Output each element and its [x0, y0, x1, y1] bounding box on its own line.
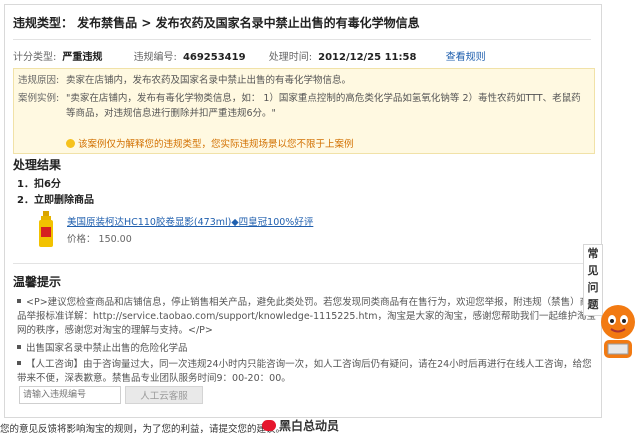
step-deduct: 1．扣6分: [17, 179, 61, 190]
violation-panel: 违规类型： 发布禁售品 > 发布农药及国家名录中禁止出售的有毒化学物信息 计分类…: [4, 4, 602, 418]
tip-text: 该案例仅为解释您的违规类型，您实际违规场景以您不限于上案例: [78, 139, 354, 150]
product-price: 价格： 150.00: [67, 234, 132, 245]
product-bottle-icon: [39, 211, 53, 247]
bullet-icon: [17, 345, 21, 349]
example-label: 案例实例:: [18, 93, 60, 104]
example-tip: 该案例仅为解释您的违规类型，您实际违规场景以您不限于上案例: [66, 136, 354, 150]
bullet-icon: [17, 299, 21, 303]
time-label: 处理时间:: [268, 52, 313, 63]
id-value: 469253419: [182, 52, 246, 63]
tips-heading: 温馨提示: [13, 275, 62, 289]
violation-title: 违规类型： 发布禁售品 > 发布农药及国家名录中禁止出售的有毒化学物信息: [13, 16, 420, 30]
reason-row: 违规原因: 卖家在店铺内，发布农药及国家名录中禁止出售的有毒化学物信息。: [18, 73, 586, 88]
example-text: "卖家在店铺内，发布有毒化学物类信息，如： 1）国家重点控制的高危类化学品如氢氧…: [66, 93, 581, 119]
watermark: 黑白总动员: [262, 417, 339, 434]
tip-text: 出售国家名录中禁止出售的危险化学品: [26, 343, 188, 354]
example-row: 案例实例: "卖家在店铺内，发布有毒化学物类信息，如： 1）国家重点控制的高危类化…: [18, 91, 586, 121]
bullet-icon: [17, 361, 21, 365]
watermark-text: 黑白总动员: [279, 419, 340, 433]
step-delete: 2．立即删除商品: [17, 195, 94, 206]
violation-meta: 计分类型: 严重违规 违规编号: 469253419 处理时间: 2012/12/25…: [13, 48, 486, 63]
reason-box: 违规原因: 卖家在店铺内，发布农药及国家名录中禁止出售的有毒化学物信息。 案例实例…: [13, 68, 595, 154]
tip-text: <P>建议您检查商品和店铺信息，停止销售相关产品，避免此类处罚。若您发现同类商品…: [17, 297, 596, 336]
tip-text: 【人工咨询】由于咨询量过大，同一次违规24小时内只能咨询一次，如人工咨询后仍有疑…: [17, 359, 592, 384]
reason-label: 违规原因:: [18, 75, 60, 86]
product-name-link[interactable]: 美国原装柯达HC110胶卷显影(473ml)◆四皇冠100%好评: [67, 214, 313, 228]
tip-item: <P>建议您检查商品和店铺信息，停止销售相关产品，避免此类处罚。若您发现同类商品…: [17, 296, 597, 338]
score-type-value: 严重违规: [62, 52, 103, 63]
view-rules-link[interactable]: 查看规则: [446, 52, 486, 63]
id-label: 违规编号:: [133, 52, 177, 63]
lightbulb-icon: [66, 139, 75, 148]
tip-item: 【人工咨询】由于咨询量过大，同一次违规24小时内只能咨询一次，如人工咨询后仍有疑…: [17, 358, 597, 386]
feedback-text: 您的意见反馈将影响淘宝的规则，为了您的利益，请提交您的建议。: [0, 424, 286, 435]
consult-button[interactable]: 人工云客服: [125, 386, 203, 404]
tip-item: 出售国家名录中禁止出售的危险化学品: [17, 342, 597, 356]
result-heading: 处理结果: [13, 158, 62, 172]
mascot-icon: [601, 305, 635, 358]
divider: [13, 263, 591, 264]
divider: [13, 39, 591, 40]
time-value: 2012/12/25 11:58: [318, 52, 417, 63]
reason-text: 卖家在店铺内，发布农药及国家名录中禁止出售的有毒化学物信息。: [66, 75, 352, 86]
violation-id-input[interactable]: [19, 386, 121, 404]
weibo-icon: [262, 420, 276, 431]
score-type-label: 计分类型:: [13, 52, 57, 63]
consult-form: 人工云客服: [19, 386, 203, 404]
